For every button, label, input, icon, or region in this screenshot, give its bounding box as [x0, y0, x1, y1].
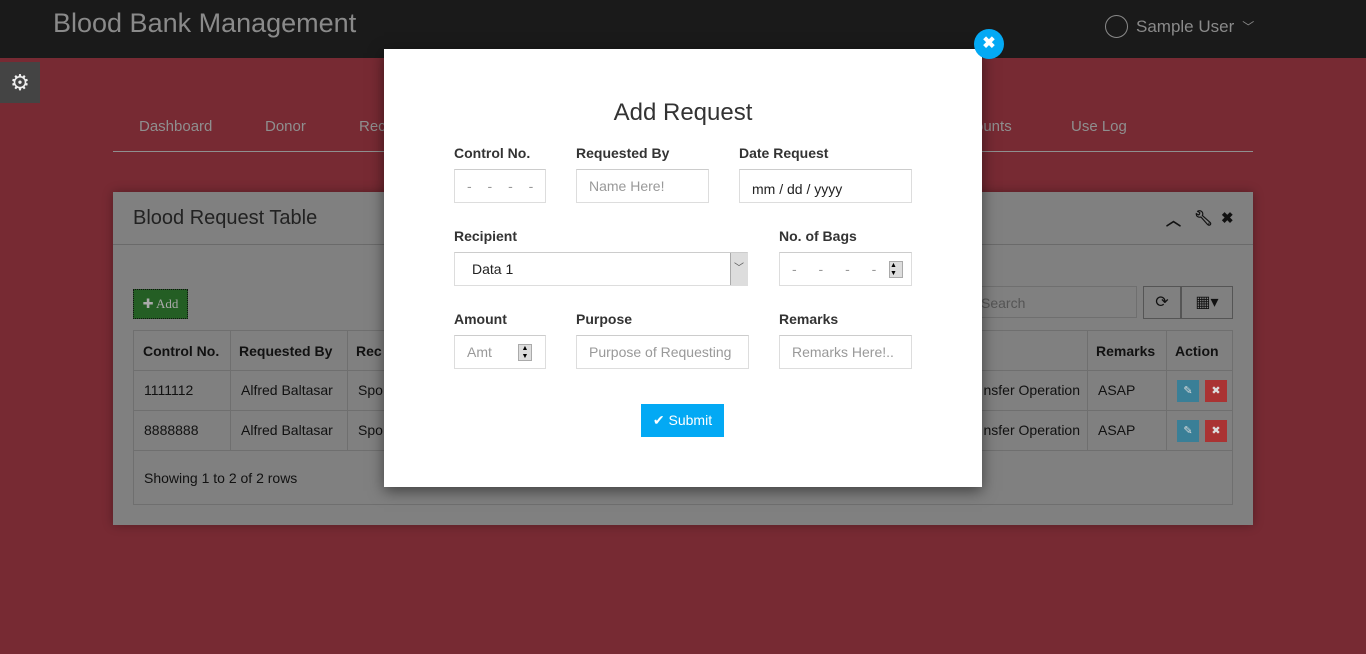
- cell-remarks: ASAP: [1098, 422, 1136, 438]
- modal-title: Add Request: [613, 99, 753, 126]
- cell-remarks: ASAP: [1098, 382, 1136, 398]
- column-header: Action: [1175, 343, 1219, 359]
- cell-purpose: nsfer Operation: [983, 422, 1081, 438]
- column-header[interactable]: Requested By: [239, 343, 332, 359]
- submit-button[interactable]: ✔ Submit: [641, 404, 724, 437]
- date-request-input[interactable]: mm / dd / yyyy: [739, 169, 912, 203]
- cell-requested-by: Alfred Baltasar: [241, 382, 333, 398]
- gear-icon[interactable]: ⚙: [0, 62, 40, 103]
- cell-control-no: 1111112: [144, 382, 194, 398]
- remarks-input[interactable]: Remarks Here!..: [779, 335, 912, 369]
- panel-title: Blood Request Table: [133, 207, 318, 229]
- date-request-label: Date Request: [739, 145, 829, 161]
- columns-button[interactable]: ▦▾: [1181, 286, 1233, 319]
- user-menu[interactable]: Sample User ﹀: [1105, 15, 1254, 38]
- purpose-input[interactable]: Purpose of Requesting: [576, 335, 749, 369]
- search-input[interactable]: Search: [970, 286, 1137, 318]
- user-circle-icon: [1105, 15, 1128, 38]
- nav-donor[interactable]: Donor: [265, 118, 306, 135]
- edit-icon[interactable]: ✎: [1177, 420, 1199, 442]
- nav-use-log[interactable]: Use Log: [1071, 118, 1127, 135]
- chevron-down-icon: ﹀: [1242, 20, 1255, 34]
- plus-icon: ✚: [142, 296, 154, 311]
- edit-icon[interactable]: ✎: [1177, 380, 1199, 402]
- column-header[interactable]: Remarks: [1096, 343, 1155, 359]
- nav-item[interactable]: Rec: [359, 118, 386, 135]
- requested-by-input[interactable]: Name Here!: [576, 169, 709, 203]
- spinner-icon[interactable]: ▲ ▼: [518, 344, 532, 361]
- requested-by-label: Requested By: [576, 145, 670, 161]
- cell-control-no: 8888888: [144, 422, 199, 438]
- check-icon: ✔: [652, 412, 665, 428]
- wrench-icon[interactable]: 🔧︎: [1194, 209, 1213, 227]
- chevron-down-icon: ﹀: [730, 253, 747, 285]
- grid-icon: ▦▾: [1195, 294, 1219, 311]
- close-icon[interactable]: ✖: [974, 29, 1004, 59]
- recipient-label: Recipient: [454, 228, 518, 244]
- cell-requested-by: Alfred Baltasar: [241, 422, 333, 438]
- delete-icon[interactable]: ✖: [1205, 380, 1227, 402]
- bags-label: No. of Bags: [779, 228, 857, 244]
- add-button[interactable]: ✚ Add: [133, 289, 188, 319]
- remarks-label: Remarks: [779, 311, 839, 327]
- control-no-label: Control No.: [454, 145, 531, 161]
- recipient-value: Data 1: [472, 261, 514, 277]
- recipient-select[interactable]: Data 1 ﹀: [454, 252, 748, 286]
- control-no-input[interactable]: - - - -: [454, 169, 546, 203]
- bags-input[interactable]: - - - - ▲ ▼: [779, 252, 912, 286]
- close-panel-icon[interactable]: ✖: [1221, 209, 1234, 227]
- amount-input[interactable]: Amt ▲ ▼: [454, 335, 546, 369]
- column-header[interactable]: Control No.: [143, 343, 219, 359]
- refresh-icon: ⟳: [1155, 294, 1169, 311]
- pagination-info: Showing 1 to 2 of 2 rows: [144, 470, 298, 486]
- amount-placeholder: Amt: [467, 344, 492, 360]
- submit-label: Submit: [668, 412, 713, 428]
- refresh-button[interactable]: ⟳: [1143, 286, 1181, 319]
- app-title[interactable]: Blood Bank Management: [53, 8, 356, 39]
- column-header[interactable]: Rec: [356, 343, 382, 359]
- add-label: Add: [156, 296, 179, 311]
- cell-recipient: Spo: [358, 422, 383, 438]
- bags-value: - - - -: [792, 261, 886, 277]
- cell-recipient: Spo: [358, 382, 383, 398]
- purpose-label: Purpose: [576, 311, 633, 327]
- amount-label: Amount: [454, 311, 507, 327]
- nav-dashboard[interactable]: Dashboard: [139, 118, 212, 135]
- collapse-icon[interactable]: ︿: [1166, 209, 1181, 230]
- spinner-icon[interactable]: ▲ ▼: [889, 261, 903, 278]
- user-name: Sample User: [1136, 16, 1235, 36]
- cell-purpose: nsfer Operation: [983, 382, 1081, 398]
- delete-icon[interactable]: ✖: [1205, 420, 1227, 442]
